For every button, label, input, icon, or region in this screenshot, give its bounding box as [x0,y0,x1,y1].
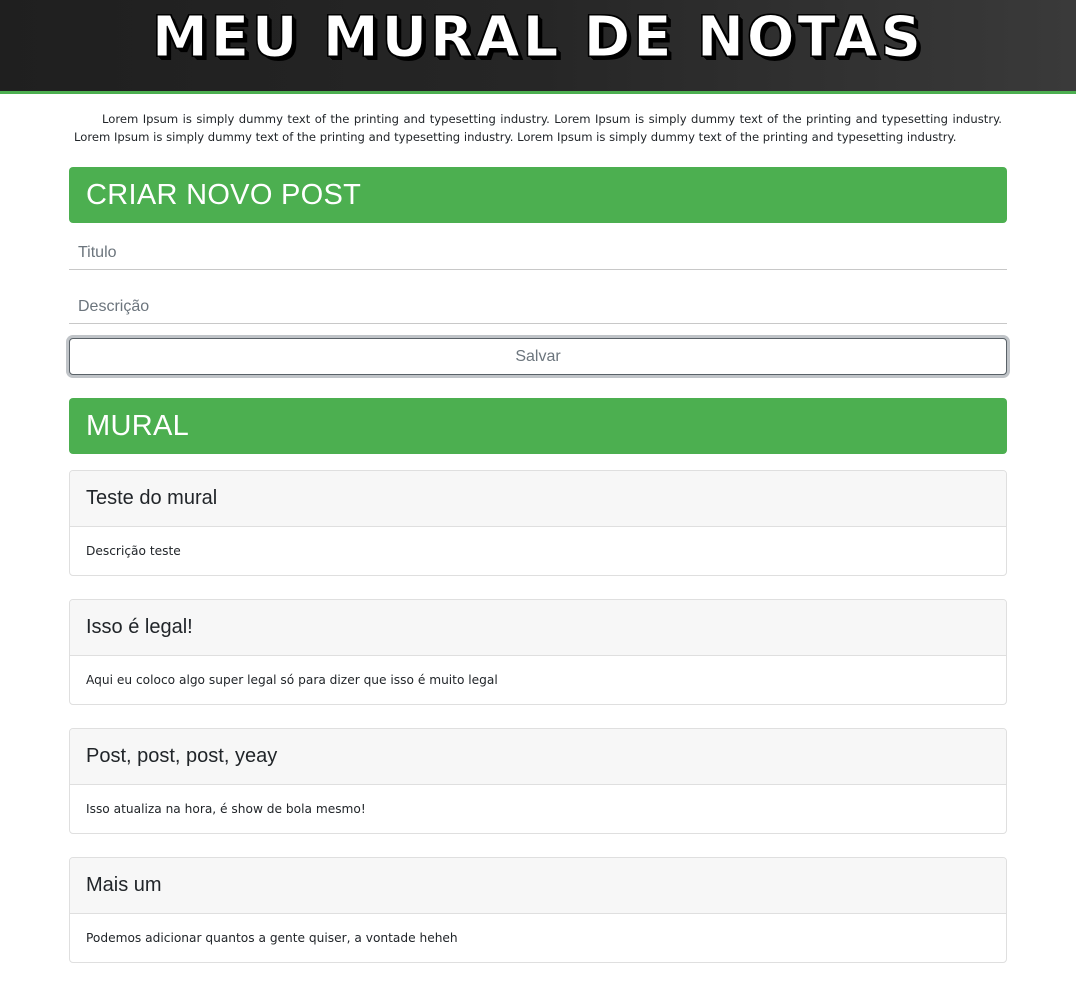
create-post-header: CRIAR NOVO POST [69,167,1007,223]
mural-header: MURAL [69,398,1007,454]
post-title: Mais um [86,874,162,896]
post-card: Mais um Podemos adicionar quantos a gent… [69,857,1007,963]
post-title: Post, post, post, yeay [86,745,278,767]
post-title: Isso é legal! [86,616,193,638]
post-card-header: Mais um [70,858,1006,914]
description-input[interactable] [69,277,1007,324]
post-title: Teste do mural [86,487,218,509]
site-title: MEU MURAL DE NOTAS [151,4,925,70]
create-post-heading: CRIAR NOVO POST [86,178,362,211]
save-button[interactable]: Salvar [69,338,1007,375]
post-description: Descrição teste [86,544,181,558]
post-list: Teste do mural Descrição teste Isso é le… [69,470,1007,963]
post-card-header: Isso é legal! [70,600,1006,656]
post-description: Aqui eu coloco algo super legal só para … [86,673,498,687]
mural-section: MURAL Teste do mural Descrição teste Iss… [69,398,1007,963]
post-card: Post, post, post, yeay Isso atualiza na … [69,728,1007,834]
create-post-section: CRIAR NOVO POST Salvar [69,167,1007,375]
post-card-header: Post, post, post, yeay [70,729,1006,785]
mural-heading: MURAL [86,409,190,442]
post-card: Isso é legal! Aqui eu coloco algo super … [69,599,1007,705]
post-description: Isso atualiza na hora, é show de bola me… [86,802,366,816]
site-header: MEU MURAL DE NOTAS [0,0,1076,94]
main-container: Lorem Ipsum is simply dummy text of the … [69,110,1007,963]
intro-text: Lorem Ipsum is simply dummy text of the … [74,112,1002,144]
post-card-header: Teste do mural [70,471,1006,527]
post-card: Teste do mural Descrição teste [69,470,1007,576]
title-input[interactable] [69,223,1007,270]
post-description: Podemos adicionar quantos a gente quiser… [86,931,458,945]
